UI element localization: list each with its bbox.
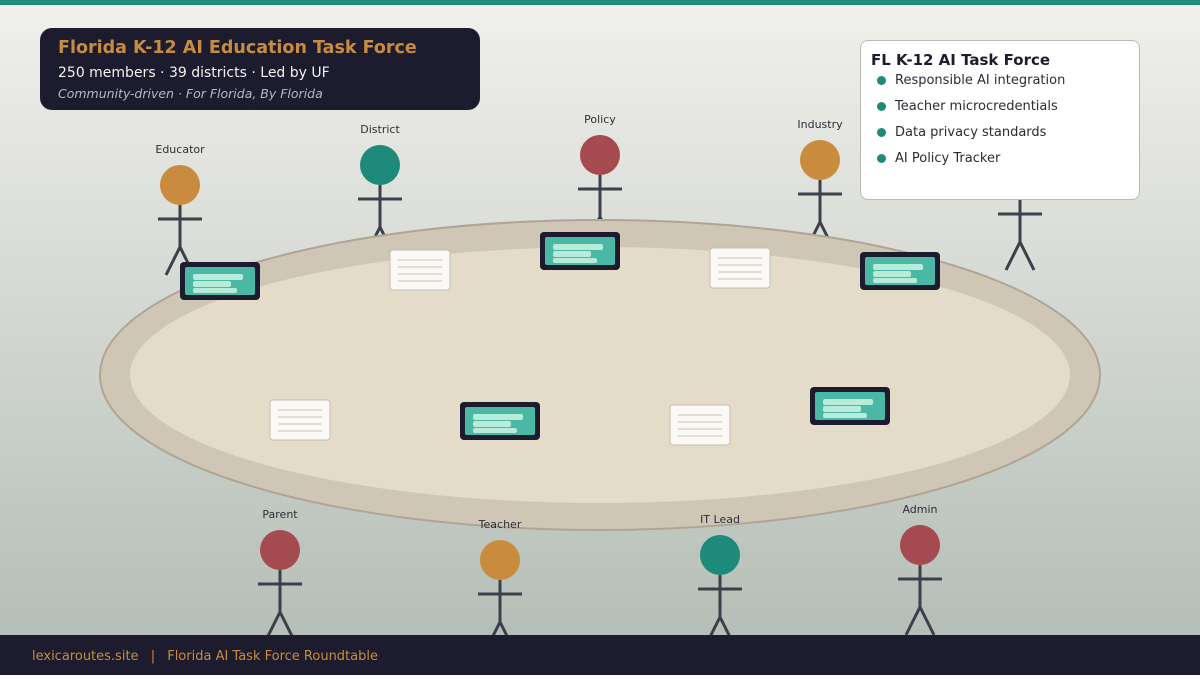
footer-separator: |: [150, 649, 156, 664]
info-legend-card: FL K-12 AI Task Force Responsible AI int…: [860, 40, 1140, 200]
head: [800, 140, 840, 180]
tagline: Community-driven · For Florida, By Flori…: [58, 86, 323, 101]
role-label: Teacher: [478, 518, 522, 531]
role-label: Admin: [902, 503, 937, 516]
tablet-device: [860, 252, 940, 290]
list-item-label: Responsible AI integration: [895, 73, 1066, 88]
list-item-label: Teacher microcredentials: [895, 99, 1058, 114]
head: [580, 135, 620, 175]
head: [900, 525, 940, 565]
paper-document: [389, 249, 451, 291]
role-label: District: [360, 123, 400, 136]
head: [360, 145, 400, 185]
tablet-device: [810, 387, 890, 425]
footer-caption: Florida AI Task Force Roundtable: [167, 649, 378, 664]
tablet-device: [460, 402, 540, 440]
head: [700, 535, 740, 575]
list-item: Teacher microcredentials: [871, 98, 1129, 124]
top-accent-bar: [0, 0, 1200, 5]
list-item: AI Policy Tracker: [871, 150, 1129, 176]
bullet-dot-icon: [877, 102, 886, 111]
paper-document: [269, 399, 331, 441]
list-item: Data privacy standards: [871, 124, 1129, 150]
member-stats: 250 members · 39 districts · Led by UF: [58, 65, 330, 81]
list-item-label: AI Policy Tracker: [895, 151, 1001, 166]
page-title: Florida K-12 AI Education Task Force: [58, 38, 417, 58]
role-label: Policy: [584, 113, 616, 126]
tablet-device: [180, 262, 260, 300]
role-label: Parent: [262, 508, 298, 521]
bullet-dot-icon: [877, 76, 886, 85]
paper-document: [709, 247, 771, 289]
footer-bar: lexicaroutes.site | Florida AI Task Forc…: [0, 635, 1200, 675]
head: [480, 540, 520, 580]
head: [160, 165, 200, 205]
title-card: Florida K-12 AI Education Task Force 250…: [40, 28, 480, 110]
bullet-dot-icon: [877, 128, 886, 137]
legend-list: Responsible AI integration Teacher micro…: [871, 72, 1129, 176]
footer-site: lexicaroutes.site: [32, 649, 139, 664]
list-item: Responsible AI integration: [871, 72, 1129, 98]
legend-title: FL K-12 AI Task Force: [871, 51, 1051, 69]
head: [260, 530, 300, 570]
role-label: IT Lead: [700, 513, 740, 526]
bullet-dot-icon: [877, 154, 886, 163]
roundtable: [99, 219, 1101, 531]
list-item-label: Data privacy standards: [895, 125, 1047, 140]
paper-document: [669, 404, 731, 446]
role-label: Industry: [797, 118, 843, 131]
tablet-device: [540, 232, 620, 270]
role-label: Educator: [155, 143, 205, 156]
